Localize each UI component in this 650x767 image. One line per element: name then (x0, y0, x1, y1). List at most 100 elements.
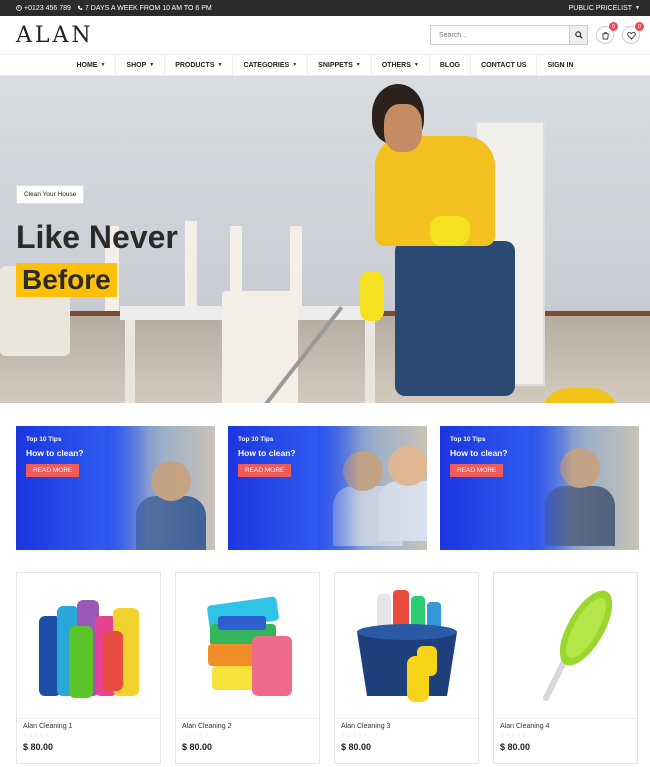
rating-stars: ☆☆☆☆☆ (182, 733, 210, 739)
product-card[interactable]: Alan Cleaning 3 ☆☆☆☆☆ $ 80.00 (334, 572, 479, 764)
cart-button[interactable]: 0 (596, 22, 618, 44)
cart-count-badge: 0 (609, 22, 618, 31)
promo-banners: Top 10 Tips How to clean? READ MORE Top … (0, 403, 650, 550)
top-bar: +0123 456 789 7 DAYS A WEEK FROM 10 AM T… (0, 0, 650, 16)
hero-table-leg (365, 320, 375, 403)
pricelist-dropdown[interactable]: PUBLIC PRICELIST ▼ (569, 5, 640, 12)
nav-item-home[interactable]: HOME ▼ (66, 54, 117, 76)
hero-person-jeans (395, 241, 515, 396)
banner-title: How to clean? (450, 448, 508, 458)
hero-glove (360, 271, 384, 321)
nav-item-blog[interactable]: BLOG (430, 54, 472, 76)
site-logo[interactable]: ALAN (16, 23, 94, 48)
nav-item-label: BLOG (439, 61, 461, 69)
chevron-down-icon: ▼ (292, 62, 298, 68)
product-image[interactable] (335, 573, 478, 719)
product-grid: Alan Cleaning 1 ☆☆☆☆☆ $ 80.00 Alan Clean… (0, 550, 650, 764)
chevron-down-icon: ▼ (413, 62, 419, 68)
product-name[interactable]: Alan Cleaning 4 (494, 719, 637, 730)
nav-item-label: PRODUCTS (175, 61, 215, 69)
hours-text: 7 DAYS A WEEK FROM 10 AM TO 6 PM (84, 4, 212, 12)
read-more-button[interactable]: READ MORE (26, 464, 80, 477)
hero-tag: Clean Your House (16, 185, 85, 204)
nav-item-sign-in[interactable]: SIGN IN (537, 54, 583, 76)
hero-chair (185, 221, 197, 306)
pricelist-label: PUBLIC PRICELIST (568, 4, 633, 12)
chevron-down-icon: ▼ (149, 62, 155, 68)
nav-item-others[interactable]: OTHERS ▼ (372, 54, 430, 76)
promo-banner-2[interactable]: Top 10 Tips How to clean? READ MORE (228, 426, 427, 550)
chevron-down-icon: ▼ (100, 62, 106, 68)
product-image[interactable] (17, 573, 160, 719)
search-input[interactable] (431, 26, 569, 44)
nav-item-snippets[interactable]: SNIPPETS ▼ (308, 54, 372, 76)
header: ALAN 0 0 (0, 16, 650, 54)
nav-item-label: SNIPPETS (318, 61, 353, 69)
hours-info: 7 DAYS A WEEK FROM 10 AM TO 6 PM (77, 5, 212, 12)
banner-image (317, 426, 427, 550)
product-price: $ 80.00 (182, 742, 213, 752)
wishlist-count-badge: 0 (635, 22, 644, 31)
cart-icon (601, 31, 609, 40)
chevron-down-icon: ▼ (217, 62, 223, 68)
nav-item-label: OTHERS (381, 61, 411, 69)
read-more-button[interactable]: READ MORE (238, 464, 292, 477)
hero-heading-line1: Like Never (16, 219, 178, 255)
nav-item-shop[interactable]: SHOP ▼ (116, 54, 166, 76)
phone-handset-icon (77, 5, 83, 10)
product-price: $ 80.00 (341, 742, 372, 752)
banner-image (529, 426, 639, 550)
main-nav: HOME ▼ SHOP ▼ PRODUCTS ▼ CATEGORIES ▼ SNIPPETS ▼ O… (0, 54, 650, 76)
product-name[interactable]: Alan Cleaning 1 (17, 719, 160, 730)
product-image[interactable] (494, 573, 637, 719)
product-card[interactable]: Alan Cleaning 1 ☆☆☆☆☆ $ 80.00 (16, 572, 161, 764)
hero-glove (430, 216, 470, 246)
product-name[interactable]: Alan Cleaning 3 (335, 719, 478, 730)
search-button[interactable] (569, 26, 587, 44)
banner-kicker: Top 10 Tips (450, 436, 486, 443)
phone-info: +0123 456 789 (16, 5, 71, 12)
promo-banner-3[interactable]: Top 10 Tips How to clean? READ MORE (440, 426, 639, 550)
nav-item-label: SIGN IN (547, 61, 574, 69)
hero-heading-line2: Before (16, 263, 117, 297)
rating-stars: ☆☆☆☆☆ (500, 733, 528, 739)
nav-item-categories[interactable]: CATEGORIES ▼ (233, 54, 309, 76)
hero-chair-seat (222, 291, 298, 403)
phone-number: +0123 456 789 (24, 4, 71, 12)
nav-item-contact-us[interactable]: CONTACT US (471, 54, 538, 76)
banner-image (105, 426, 215, 550)
feather-duster-image (542, 590, 612, 701)
hero-banner: Clean Your House Like Never Before (0, 76, 650, 403)
banner-title: How to clean? (238, 448, 296, 458)
product-card[interactable]: Alan Cleaning 2 ☆☆☆☆☆ $ 80.00 (175, 572, 320, 764)
search-box (430, 25, 588, 45)
cleaning-bucket-image (356, 589, 457, 702)
hero-table-leg (125, 320, 135, 403)
heart-icon (626, 31, 636, 40)
banner-title: How to clean? (26, 448, 84, 458)
nav-item-label: CATEGORIES (243, 61, 290, 69)
banner-kicker: Top 10 Tips (26, 436, 62, 443)
phone-icon (16, 5, 22, 11)
nav-item-products[interactable]: PRODUCTS ▼ (165, 54, 234, 76)
chevron-down-icon: ▼ (635, 5, 640, 11)
nav-item-label: SHOP (126, 61, 147, 69)
rating-stars: ☆☆☆☆☆ (341, 733, 369, 739)
rating-stars: ☆☆☆☆☆ (23, 733, 51, 739)
product-price: $ 80.00 (500, 742, 531, 752)
hero-person-face (384, 104, 422, 152)
banner-kicker: Top 10 Tips (238, 436, 274, 443)
read-more-button[interactable]: READ MORE (450, 464, 504, 477)
promo-banner-1[interactable]: Top 10 Tips How to clean? READ MORE (16, 426, 215, 550)
product-price: $ 80.00 (23, 742, 54, 752)
product-card[interactable]: Alan Cleaning 4 ☆☆☆☆☆ $ 80.00 (493, 572, 638, 764)
chevron-down-icon: ▼ (355, 62, 361, 68)
product-image[interactable] (176, 573, 319, 719)
cleaning-bottles-image (38, 599, 139, 698)
wishlist-button[interactable]: 0 (622, 22, 644, 44)
nav-item-label: CONTACT US (481, 61, 527, 69)
nav-item-label: HOME (76, 61, 98, 69)
search-icon (574, 31, 583, 39)
product-name[interactable]: Alan Cleaning 2 (176, 719, 319, 730)
sponges-image (206, 596, 292, 696)
